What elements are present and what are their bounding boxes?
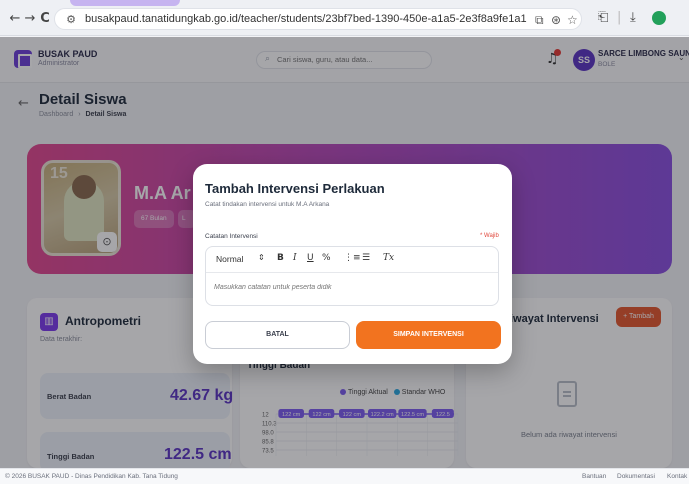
underline-icon[interactable]: U <box>307 253 314 263</box>
italic-icon[interactable]: I <box>293 253 297 263</box>
clear-format-icon[interactable]: Tx <box>383 253 394 263</box>
url-text[interactable]: busakpaud.tanatidungkab.go.id/teacher/st… <box>85 13 527 25</box>
footer-link-help[interactable]: Bantuan <box>582 473 606 480</box>
install-app-icon[interactable]: ⧉ <box>535 13 544 28</box>
profile-extension-icon[interactable] <box>652 11 666 25</box>
browser-chrome: ← → C ⚙ busakpaud.tanatidungkab.go.id/te… <box>0 0 689 36</box>
intervention-modal: Tambah Intervensi Perlakuan Catat tindak… <box>193 164 512 364</box>
site-info-icon[interactable]: ⚙ <box>63 12 79 28</box>
rich-text-editor[interactable]: Normal ⇕ B I U % ⋮≡ ☰ Tx <box>205 246 499 306</box>
bookmark-star-icon[interactable]: ☆ <box>567 13 578 27</box>
required-label: * Wajib <box>480 233 499 239</box>
download-icon[interactable]: ⤓ <box>630 10 636 25</box>
translate-icon[interactable]: ⊛ <box>551 13 561 27</box>
cancel-button[interactable]: BATAL <box>205 321 350 349</box>
format-arrow-icon[interactable]: ⇕ <box>258 253 265 262</box>
back-arrow-icon[interactable]: ← <box>8 12 22 26</box>
modal-title: Tambah Intervensi Perlakuan <box>205 181 385 196</box>
save-intervention-button[interactable]: SIMPAN INTERVENSI <box>356 321 501 349</box>
active-tab[interactable] <box>70 0 180 6</box>
toolbar-divider: | <box>617 10 622 25</box>
reload-icon[interactable]: C <box>38 12 52 26</box>
forward-arrow-icon[interactable]: → <box>23 12 37 26</box>
modal-subtitle: Catat tindakan intervensi untuk M.A Arka… <box>205 201 330 208</box>
address-bar[interactable]: ⚙ busakpaud.tanatidungkab.go.id/teacher/… <box>54 8 582 30</box>
ordered-list-icon[interactable]: ⋮≡ <box>344 253 361 263</box>
link-icon[interactable]: % <box>322 253 331 263</box>
footer: © 2026 BUSAK PAUD - Dinas Pendidikan Kab… <box>0 468 689 484</box>
footer-copyright: © 2026 BUSAK PAUD - Dinas Pendidikan Kab… <box>5 473 178 480</box>
footer-link-docs[interactable]: Dokumentasi <box>617 473 655 480</box>
footer-link-contact[interactable]: Kontak <box>667 473 687 480</box>
notes-input[interactable] <box>214 284 484 291</box>
editor-toolbar: Normal ⇕ B I U % ⋮≡ ☰ Tx <box>206 247 498 273</box>
tab-strip <box>0 0 689 6</box>
field-label: Catatan Intervensi <box>205 233 258 240</box>
format-select[interactable]: Normal <box>216 254 243 264</box>
bold-icon[interactable]: B <box>277 253 284 263</box>
bullet-list-icon[interactable]: ☰ <box>362 253 370 263</box>
extensions-icon[interactable]: ⎗ <box>598 10 608 25</box>
